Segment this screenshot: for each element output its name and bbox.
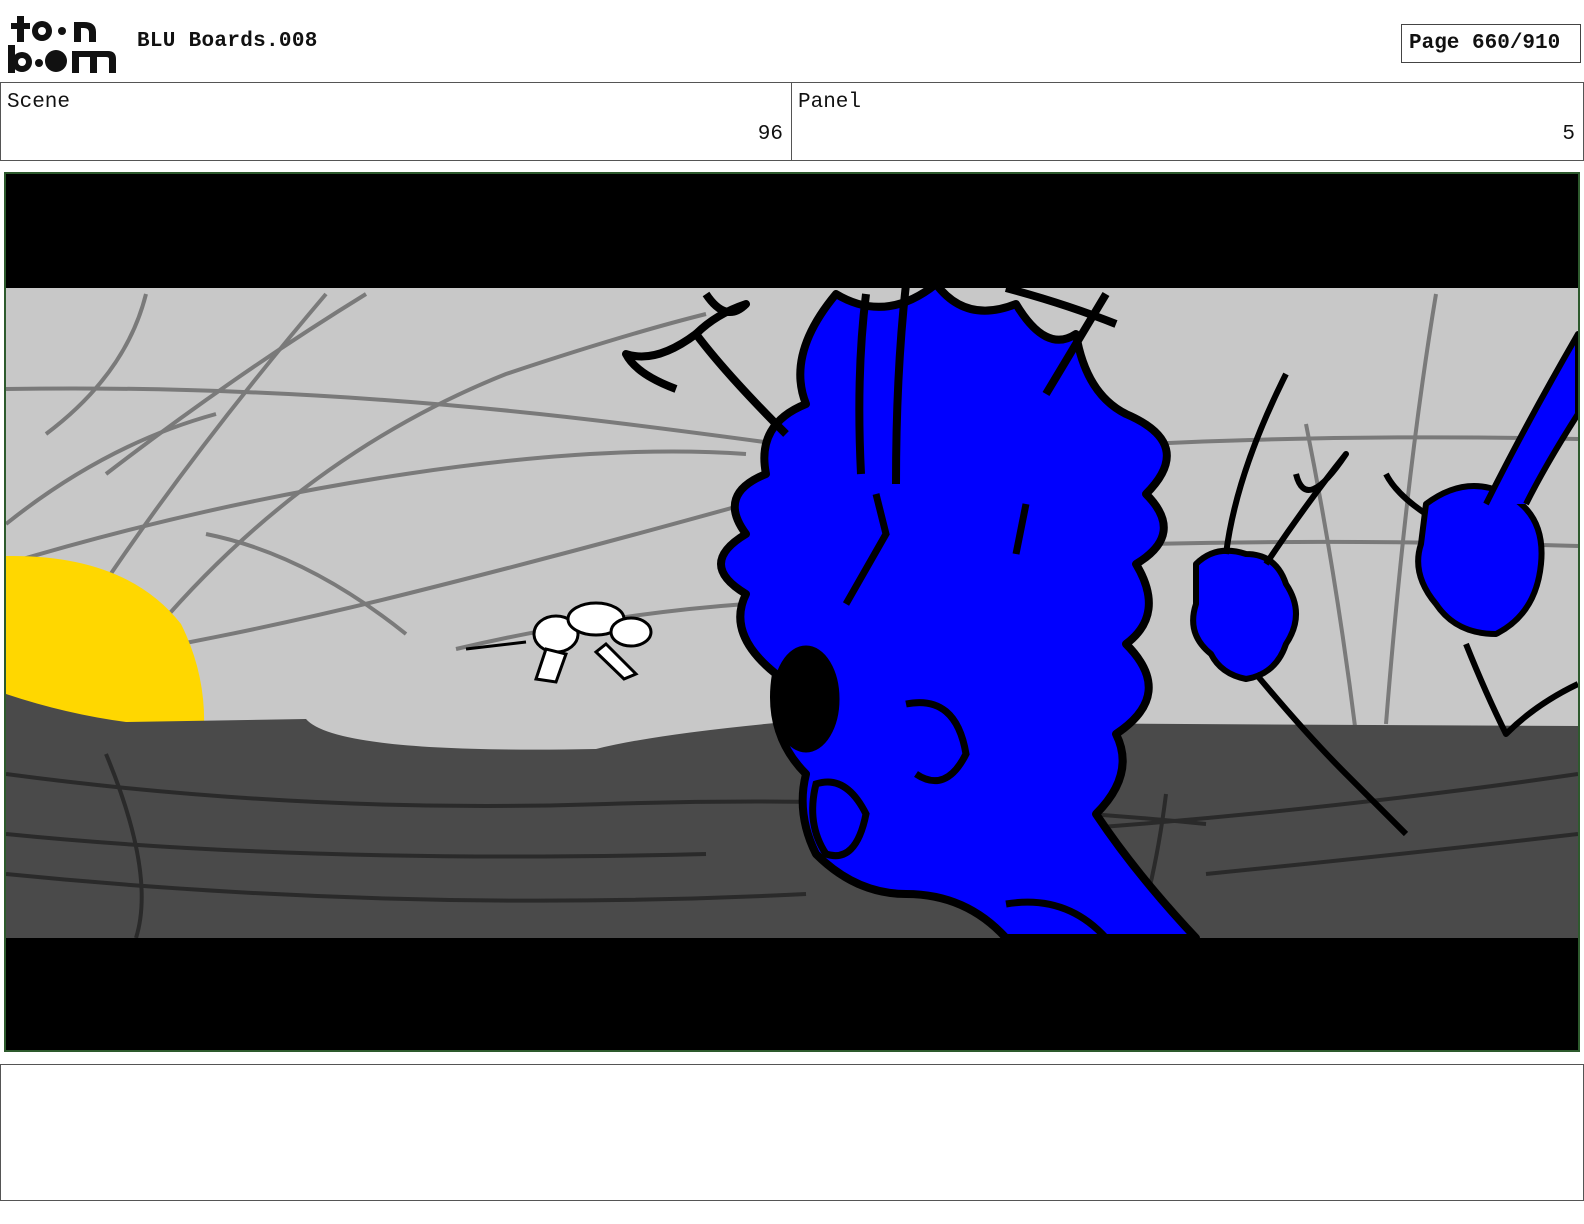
document-title: BLU Boards.008 — [137, 30, 318, 53]
scene-number: 96 — [757, 123, 783, 146]
scene-label: Scene — [7, 91, 71, 114]
scene-cell: Scene 96 — [0, 83, 792, 160]
letterbox-top — [6, 174, 1578, 288]
letterbox-bottom — [6, 938, 1578, 1050]
notes-box — [0, 1064, 1584, 1201]
storyboard-panel-image — [4, 172, 1580, 1052]
panel-cell: Panel 5 — [792, 83, 1584, 160]
page-number-label: Page 660/910 — [1409, 32, 1561, 55]
toon-boom-logo — [4, 14, 116, 76]
scene-panel-header: Scene 96 Panel 5 — [0, 82, 1584, 161]
page-indicator: Page 660/910 — [1401, 24, 1581, 63]
panel-label: Panel — [798, 91, 862, 114]
panel-number: 5 — [1562, 123, 1575, 146]
